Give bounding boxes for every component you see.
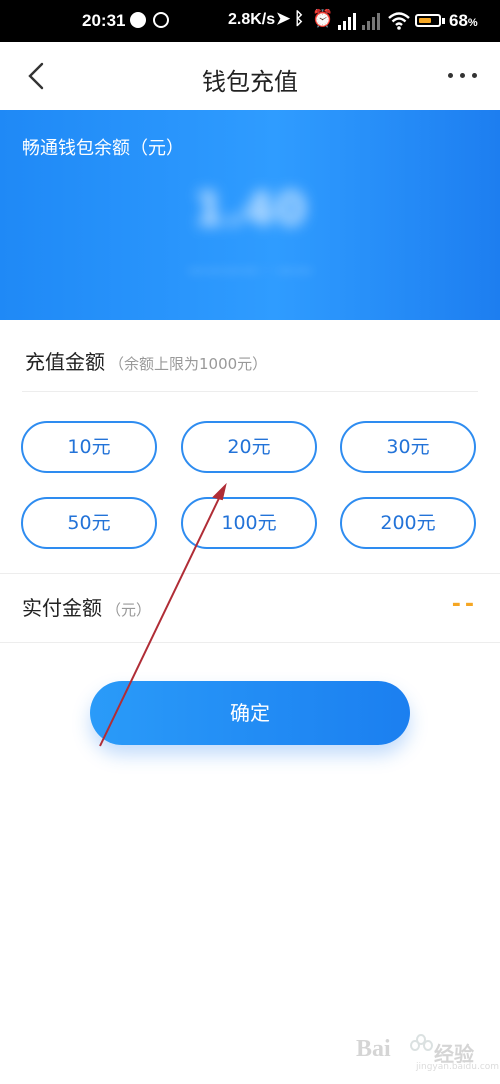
watermark-url: jingyan.baidu.com (416, 1062, 500, 1072)
signal-icon (338, 13, 380, 30)
clock: 20:31 (82, 11, 126, 30)
battery-percent: 68% (449, 11, 478, 30)
amount-option-200[interactable]: 200元 (340, 497, 476, 549)
recharge-title: 充值金额 (25, 350, 105, 374)
paw-icon (410, 1034, 433, 1058)
recharge-header: 充值金额 （余额上限为1000元） (25, 346, 267, 375)
confirm-button[interactable]: 确定 (90, 681, 410, 745)
wifi-icon (388, 12, 410, 30)
top-nav: 钱包充值 (0, 42, 500, 110)
network-speed: 2.8K/s (228, 11, 276, 28)
battery-level (419, 18, 431, 23)
amount-option-30[interactable]: 30元 (340, 421, 476, 473)
battery-tip (442, 18, 445, 24)
recharge-limit-note: （余额上限为1000元） (109, 355, 268, 373)
location-icon: ➤ (276, 9, 291, 28)
divider (22, 391, 478, 392)
globe-icon (130, 12, 146, 28)
amount-option-100[interactable]: 100元 (181, 497, 317, 549)
watermark-brand: Bai (356, 1036, 391, 1062)
pay-amount-value: -- (451, 592, 478, 617)
more-options-icon[interactable] (448, 64, 478, 88)
amount-option-50[interactable]: 50元 (21, 497, 157, 549)
baidu-watermark: Bai 经验 jingyan.baidu.com (356, 1028, 499, 1072)
pay-amount-title: 实付金额 (22, 596, 102, 620)
battery-icon (415, 14, 441, 27)
balance-card: 畅通钱包余额（元） 1.40 ———— · —— (0, 110, 500, 320)
bluetooth-icon: ᛒ (294, 9, 305, 28)
amount-option-10[interactable]: 10元 (21, 421, 157, 473)
alarm-icon: ⏰ (312, 9, 334, 28)
status-bar: 20:31 2.8K/s ➤ ᛒ ⏰ 68% (0, 0, 500, 42)
balance-subtext: ———— · —— (187, 260, 313, 281)
divider (0, 642, 500, 643)
pay-amount-row: 实付金额 （元） -- (22, 592, 478, 624)
sync-icon (153, 12, 169, 28)
balance-amount: 1.40 (193, 182, 307, 236)
divider (0, 573, 500, 574)
balance-label: 畅通钱包余额（元） (22, 138, 184, 159)
pay-amount-unit: （元） (106, 601, 152, 619)
page-title: 钱包充值 (202, 68, 298, 96)
amount-option-20[interactable]: 20元 (181, 421, 317, 473)
